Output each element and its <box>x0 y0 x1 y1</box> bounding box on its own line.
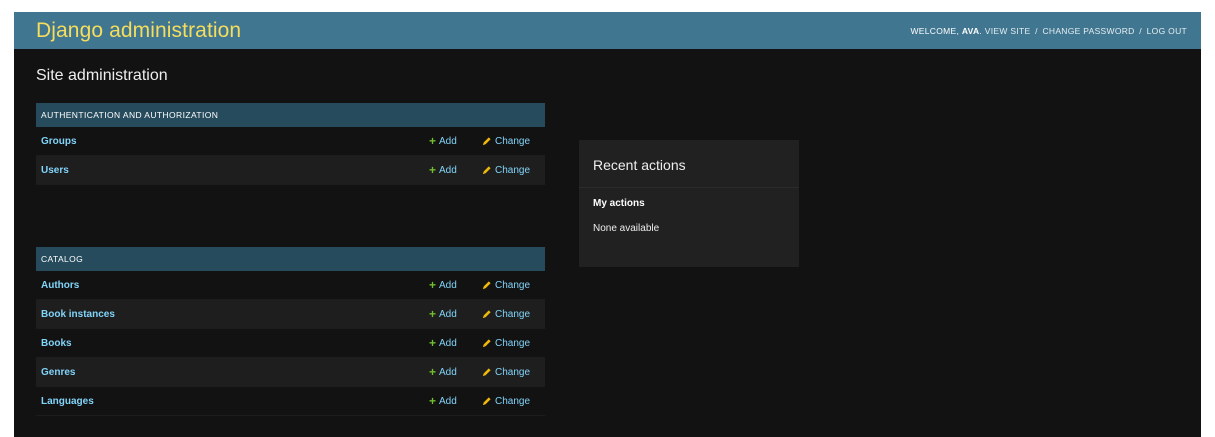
add-authors-button[interactable]: + Add <box>429 279 481 291</box>
change-book-instances-button[interactable]: Change <box>481 309 545 320</box>
change-label: Change <box>495 164 531 176</box>
change-languages-button[interactable]: Change <box>481 396 545 407</box>
module-catalog: CATALOG Authors + Add Change Book instan… <box>36 247 545 416</box>
pencil-icon <box>482 396 491 405</box>
table-row: Authors + Add Change <box>36 271 545 300</box>
recent-actions-empty: None available <box>593 223 660 234</box>
log-out-link[interactable]: LOG OUT <box>1147 26 1187 36</box>
plus-icon: + <box>429 163 437 177</box>
add-groups-button[interactable]: + Add <box>429 135 481 147</box>
add-label: Add <box>439 279 457 291</box>
table-row: Users + Add Change <box>36 156 545 185</box>
pencil-icon <box>482 280 491 289</box>
pencil-icon <box>482 338 491 347</box>
separator: / <box>1035 25 1038 36</box>
admin-window: Django administration WELCOME, AVA. VIEW… <box>14 12 1201 437</box>
pencil-icon <box>482 165 491 174</box>
change-books-button[interactable]: Change <box>481 338 545 349</box>
model-link-book-instances[interactable]: Book instances <box>36 309 429 320</box>
model-link-genres[interactable]: Genres <box>36 367 429 378</box>
separator: / <box>1139 25 1142 36</box>
site-branding[interactable]: Django administration <box>36 19 241 43</box>
module-caption[interactable]: CATALOG <box>36 247 545 271</box>
header: Django administration WELCOME, AVA. VIEW… <box>14 12 1201 49</box>
change-genres-button[interactable]: Change <box>481 367 545 378</box>
model-link-languages[interactable]: Languages <box>36 396 429 407</box>
change-label: Change <box>495 279 531 291</box>
change-authors-button[interactable]: Change <box>481 280 545 291</box>
recent-actions-panel: Recent actions My actions None available <box>579 140 799 267</box>
page-title: Site administration <box>36 67 168 84</box>
change-label: Change <box>495 308 531 320</box>
user-tools: WELCOME, AVA. VIEW SITE / CHANGE PASSWOR… <box>910 25 1187 36</box>
change-label: Change <box>495 395 531 407</box>
recent-actions-title: Recent actions <box>579 140 799 188</box>
welcome-text: WELCOME, <box>910 25 960 36</box>
change-users-button[interactable]: Change <box>481 165 545 176</box>
plus-icon: + <box>429 394 437 408</box>
module-caption[interactable]: AUTHENTICATION AND AUTHORIZATION <box>36 103 545 127</box>
plus-icon: + <box>429 134 437 148</box>
plus-icon: + <box>429 365 437 379</box>
plus-icon: + <box>429 336 437 350</box>
pencil-icon <box>482 136 491 145</box>
change-groups-button[interactable]: Change <box>481 136 545 147</box>
model-link-users[interactable]: Users <box>36 165 429 176</box>
add-book-instances-button[interactable]: + Add <box>429 308 481 320</box>
table-row: Genres + Add Change <box>36 358 545 387</box>
table-row: Groups + Add Change <box>36 127 545 156</box>
add-genres-button[interactable]: + Add <box>429 366 481 378</box>
view-site-link[interactable]: VIEW SITE <box>985 26 1031 36</box>
plus-icon: + <box>429 278 437 292</box>
add-books-button[interactable]: + Add <box>429 337 481 349</box>
add-label: Add <box>439 366 457 378</box>
add-label: Add <box>439 395 457 407</box>
model-link-books[interactable]: Books <box>36 338 429 349</box>
table-row: Languages + Add Change <box>36 387 545 416</box>
add-users-button[interactable]: + Add <box>429 164 481 176</box>
change-label: Change <box>495 337 531 349</box>
add-label: Add <box>439 337 457 349</box>
add-label: Add <box>439 164 457 176</box>
change-label: Change <box>495 366 531 378</box>
pencil-icon <box>482 309 491 318</box>
add-label: Add <box>439 308 457 320</box>
add-label: Add <box>439 135 457 147</box>
change-label: Change <box>495 135 531 147</box>
table-row: Book instances + Add Change <box>36 300 545 329</box>
my-actions-heading: My actions <box>593 198 645 209</box>
pencil-icon <box>482 367 491 376</box>
module-auth: AUTHENTICATION AND AUTHORIZATION Groups … <box>36 103 545 185</box>
model-link-authors[interactable]: Authors <box>36 280 429 291</box>
table-row: Books + Add Change <box>36 329 545 358</box>
change-password-link[interactable]: CHANGE PASSWORD <box>1042 26 1134 36</box>
plus-icon: + <box>429 307 437 321</box>
add-languages-button[interactable]: + Add <box>429 395 481 407</box>
model-link-groups[interactable]: Groups <box>36 136 429 147</box>
username: AVA <box>961 25 980 36</box>
